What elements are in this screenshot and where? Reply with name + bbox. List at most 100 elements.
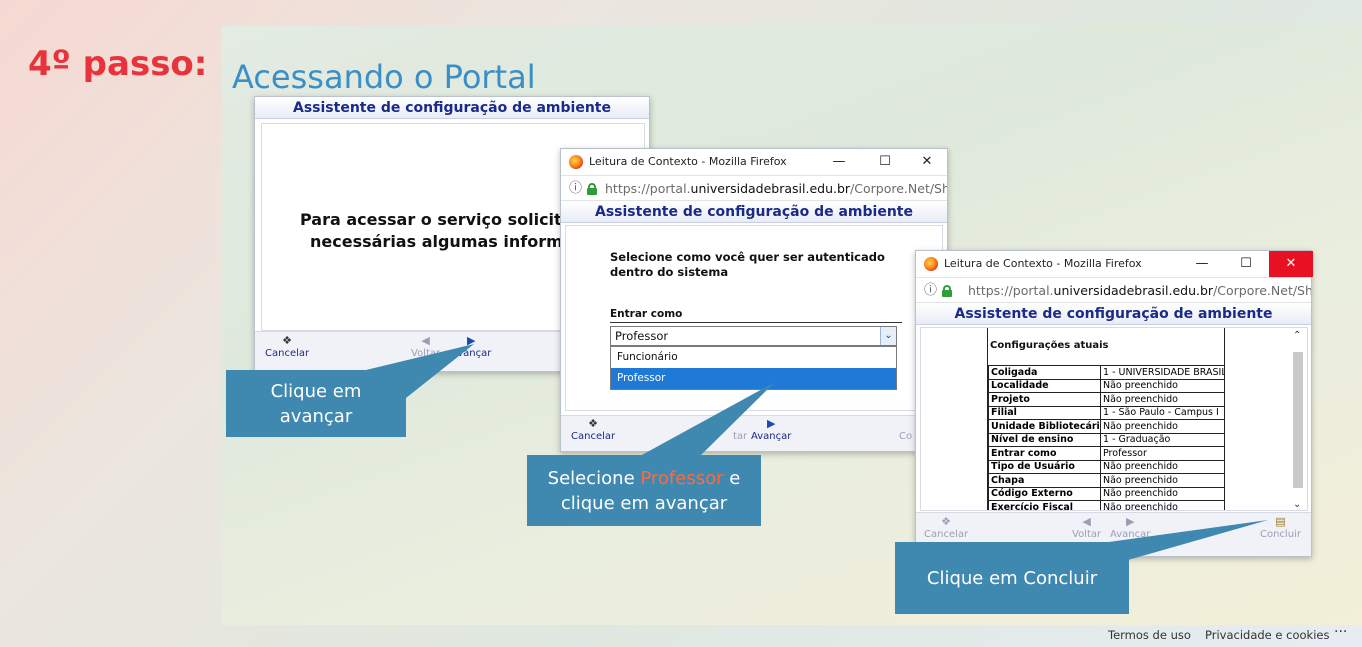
config-value: Não preenchido bbox=[1100, 500, 1224, 510]
config-key: Unidade Bibliotecária bbox=[988, 419, 1101, 434]
config-key: Código Externo bbox=[988, 486, 1101, 501]
terms-link[interactable]: Termos de uso bbox=[1108, 628, 1191, 642]
config-key: Tipo de Usuário bbox=[988, 459, 1101, 474]
config-value: Não preenchido bbox=[1100, 378, 1224, 393]
table-row: Filial 1 - São Paulo - Campus I bbox=[988, 405, 1224, 420]
firefox-icon bbox=[924, 257, 938, 271]
config-panel: Configurações atuais Coligada 1 - UNIVERS… bbox=[920, 327, 1308, 511]
back-label: Voltar bbox=[411, 348, 441, 359]
finish-icon: ▤ bbox=[1275, 515, 1286, 528]
auth-prompt-line-2: dentro do sistema bbox=[610, 265, 729, 279]
callout-3-text: Clique em Concluir bbox=[926, 567, 1098, 589]
table-row: Coligada 1 - UNIVERSIDADE BRASIL bbox=[988, 365, 1224, 380]
table-row: Entrar como Professor bbox=[988, 446, 1224, 461]
back-button[interactable]: ◀ Voltar bbox=[411, 334, 440, 359]
callout-1-text: Clique em avançar bbox=[270, 380, 362, 427]
option-funcionario[interactable]: Funcionário bbox=[611, 347, 896, 368]
back-arrow-icon: ◀ bbox=[421, 334, 430, 347]
config-value: Não preenchido bbox=[1100, 419, 1224, 434]
table-row: Chapa Não preenchido bbox=[988, 473, 1224, 488]
finish-label: Concluir bbox=[1260, 529, 1301, 540]
config-value: Não preenchido bbox=[1100, 459, 1224, 474]
url-text: https://portal.universidadebrasil.edu.br… bbox=[605, 181, 947, 196]
browser-title: Leitura de Contexto - Mozilla Firefox bbox=[589, 155, 787, 168]
next-button[interactable]: ▶ Avançar bbox=[451, 334, 491, 359]
url-bar[interactable]: ⓘ https://portal.universidadebrasil.edu.… bbox=[916, 277, 1311, 303]
info-icon[interactable]: ⓘ bbox=[569, 176, 582, 200]
enter-as-select[interactable]: Professor ⌄ bbox=[610, 326, 897, 346]
config-key: Exercício Fiscal bbox=[988, 500, 1101, 510]
url-text: https://portal.universidadebrasil.edu.br… bbox=[968, 283, 1311, 298]
config-value: 1 - UNIVERSIDADE BRASIL bbox=[1100, 365, 1224, 380]
next-button[interactable]: ▶ Avançar bbox=[751, 417, 791, 442]
privacy-link[interactable]: Privacidade e cookies bbox=[1205, 628, 1329, 642]
cancel-button[interactable]: ❖ Cancelar bbox=[924, 515, 968, 540]
config-key: Entrar como bbox=[988, 446, 1101, 461]
callout-click-finish: Clique em Concluir bbox=[895, 542, 1129, 614]
config-section-box: Configurações atuais Coligada 1 - UNIVERS… bbox=[987, 328, 1225, 510]
close-button[interactable]: ✕ bbox=[1269, 251, 1313, 277]
scroll-down-icon[interactable]: ⌄ bbox=[1293, 499, 1301, 510]
table-row: Projeto Não preenchido bbox=[988, 392, 1224, 407]
wizard-body-line-1: Para acessar o serviço solicitad bbox=[300, 210, 584, 229]
minimize-button[interactable]: — bbox=[817, 149, 861, 175]
table-row: Nível de ensino 1 - Graduação bbox=[988, 432, 1224, 447]
table-row: Exercício Fiscal Não preenchido bbox=[988, 500, 1224, 510]
finish-button[interactable]: Co bbox=[899, 417, 912, 442]
firefox-window-2: Leitura de Contexto - Mozilla Firefox — … bbox=[560, 148, 948, 452]
cancel-button[interactable]: ❖ Cancelar bbox=[265, 334, 309, 359]
back-button[interactable]: tar bbox=[733, 417, 747, 442]
cancel-label: Cancelar bbox=[571, 431, 616, 442]
config-key: Filial bbox=[988, 405, 1101, 420]
more-options-icon[interactable]: ··· bbox=[1334, 624, 1347, 640]
lock-icon bbox=[587, 183, 597, 195]
next-label: Avançar bbox=[451, 348, 492, 359]
maximize-button[interactable]: ☐ bbox=[1224, 251, 1268, 277]
wizard-footer: ❖ Cancelar tar ▶ Avançar Co bbox=[561, 415, 947, 451]
step-title: 4º passo: bbox=[28, 44, 208, 84]
auth-form: Selecione como você quer ser autenticado… bbox=[565, 225, 943, 411]
config-value: 1 - São Paulo - Campus I bbox=[1100, 405, 1224, 420]
table-row: Código Externo Não preenchido bbox=[988, 486, 1224, 501]
lock-icon bbox=[942, 285, 952, 297]
url-bar[interactable]: ⓘ https://portal.universidadebrasil.edu.… bbox=[561, 175, 947, 201]
config-value: Não preenchido bbox=[1100, 486, 1224, 501]
browser-titlebar: Leitura de Contexto - Mozilla Firefox — … bbox=[916, 251, 1313, 277]
next-button[interactable]: ▶ Avançar bbox=[1110, 515, 1150, 540]
cancel-icon: ❖ bbox=[941, 515, 951, 528]
field-divider bbox=[610, 322, 902, 323]
scrollbar[interactable]: ⌃ ⌄ bbox=[1291, 328, 1305, 510]
config-table: Coligada 1 - UNIVERSIDADE BRASIL Localidad… bbox=[988, 365, 1224, 510]
table-row: Tipo de Usuário Não preenchido bbox=[988, 459, 1224, 474]
info-icon[interactable]: ⓘ bbox=[924, 278, 937, 302]
back-button[interactable]: ◀ Voltar bbox=[1072, 515, 1101, 540]
chevron-down-icon[interactable]: ⌄ bbox=[880, 327, 896, 345]
config-key: Nível de ensino bbox=[988, 432, 1101, 447]
config-key: Projeto bbox=[988, 392, 1101, 407]
close-button[interactable]: ✕ bbox=[905, 149, 949, 175]
option-professor[interactable]: Professor bbox=[611, 368, 896, 389]
config-value: 1 - Graduação bbox=[1100, 432, 1224, 447]
next-arrow-icon: ▶ bbox=[466, 334, 476, 347]
scroll-thumb[interactable] bbox=[1293, 352, 1303, 488]
portal-title: Acessando o Portal bbox=[232, 58, 536, 96]
select-dropdown: Funcionário Professor bbox=[610, 346, 897, 390]
next-label: Avançar bbox=[751, 431, 792, 442]
minimize-button[interactable]: — bbox=[1180, 251, 1224, 277]
firefox-icon bbox=[569, 155, 583, 169]
maximize-button[interactable]: ☐ bbox=[863, 149, 907, 175]
next-label: Avançar bbox=[1110, 529, 1151, 540]
finish-button[interactable]: ▤ Concluir bbox=[1260, 515, 1301, 540]
cancel-icon: ❖ bbox=[588, 417, 598, 430]
wizard-header: Assistente de configuração de ambiente bbox=[916, 303, 1311, 325]
cancel-button[interactable]: ❖ Cancelar bbox=[571, 417, 615, 442]
back-arrow-icon: ◀ bbox=[1082, 515, 1091, 528]
wizard-header: Assistente de configuração de ambiente bbox=[561, 201, 947, 223]
config-key: Coligada bbox=[988, 365, 1101, 380]
config-key: Chapa bbox=[988, 473, 1101, 488]
scroll-up-icon[interactable]: ⌃ bbox=[1293, 330, 1301, 341]
callout-2-highlight: Professor bbox=[640, 467, 724, 489]
config-section-title: Configurações atuais bbox=[990, 340, 1109, 351]
back-label: Voltar bbox=[1072, 529, 1102, 540]
config-value: Professor bbox=[1100, 446, 1224, 461]
